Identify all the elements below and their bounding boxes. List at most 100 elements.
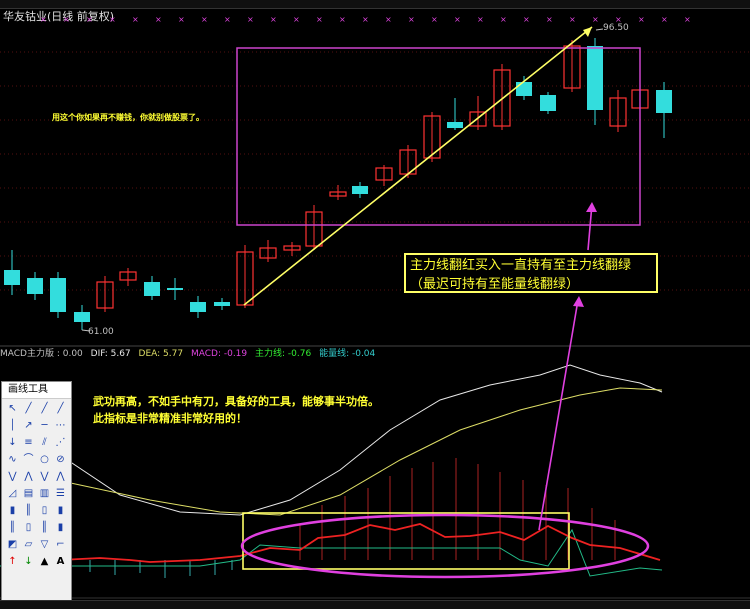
- rect-2-icon[interactable]: ▱: [21, 537, 36, 553]
- candle-body: [74, 312, 90, 322]
- top-marker: ×: [63, 15, 70, 24]
- gann-grid-icon[interactable]: ▥: [37, 486, 52, 502]
- ellipse-up-arrowhead: [573, 296, 584, 307]
- candle-body: [190, 302, 206, 312]
- indicator-macd: MACD: -0.19: [190, 349, 248, 359]
- indicator-name: MACD主力版 : 0.00: [0, 349, 83, 359]
- arrow-up-icon[interactable]: ↑: [5, 554, 20, 570]
- lower-note-line-1: 武功再高，不如手中有刀，具备好的工具，能够事半功倍。: [93, 395, 379, 408]
- drawing-toolbox[interactable]: 画线工具 ↖ ╱ ╱ ╱ │ ↗ ─ ⋯ ↓ ≡ ⫽ ⋰ ∿ ⌒ ○ ⊘ ⋁ ⋀ ⋁ ⋀ ◿ ▤ ▥ ☰ ▮ ║ ▯ ▮ ║ ▯ ║ ▮ ◩ ▱ ▽…: [1, 381, 72, 609]
- top-marker: ×: [178, 15, 185, 24]
- top-marker: ×: [201, 15, 208, 24]
- candle-body: [352, 186, 368, 194]
- gann-box-icon[interactable]: ▤: [21, 486, 36, 502]
- bottom-status-bar: [0, 600, 750, 609]
- top-marker: ×: [86, 15, 93, 24]
- lower-highlight-box: [242, 512, 570, 570]
- top-note: 用这个你如果再不赚钱，你就别做股票了。: [52, 113, 204, 122]
- top-marker: ×: [247, 15, 254, 24]
- triangle-pattern-icon[interactable]: ◿: [5, 486, 20, 502]
- bars-3-icon[interactable]: ▯: [37, 503, 52, 519]
- callout-up-arrowhead: [586, 202, 597, 212]
- candle-body: [656, 90, 672, 113]
- candle-body: [27, 278, 43, 294]
- candle-body: [540, 95, 556, 111]
- channel-icon[interactable]: ⫽: [37, 435, 52, 451]
- frame-icon[interactable]: ⌐: [53, 537, 68, 553]
- crossed-circle-icon[interactable]: ⊘: [53, 452, 68, 468]
- price-high-label: 96.50: [603, 23, 629, 33]
- curve-icon[interactable]: ⌒: [21, 452, 36, 468]
- lower-note: 武功再高，不如手中有刀，具备好的工具，能够事半功倍。 此指标是非常精准非常好用的…: [93, 393, 379, 427]
- line-diagonal-3-icon[interactable]: ╱: [53, 401, 68, 417]
- wave-icon[interactable]: ∿: [5, 452, 20, 468]
- bars-4-icon[interactable]: ▮: [53, 503, 68, 519]
- toolbox-title: 画线工具: [2, 382, 71, 399]
- top-marker: ×: [523, 15, 530, 24]
- text-icon[interactable]: A: [53, 554, 68, 570]
- top-marker: ×: [316, 15, 323, 24]
- segment-arrow-icon[interactable]: ↗: [21, 418, 36, 434]
- zigzag-3-icon[interactable]: ⋁: [37, 469, 52, 485]
- top-marker: ×: [684, 15, 691, 24]
- parallel-lines-icon[interactable]: ≡: [21, 435, 36, 451]
- high-marker-arrow: [595, 28, 604, 31]
- bars-5-icon[interactable]: ║: [5, 520, 20, 536]
- top-marker: ×: [293, 15, 300, 24]
- bars-6-icon[interactable]: ▯: [21, 520, 36, 536]
- marker-icon[interactable]: ▲: [37, 554, 52, 570]
- circle-icon[interactable]: ○: [37, 452, 52, 468]
- bars-1-icon[interactable]: ▮: [5, 503, 20, 519]
- rect-icon[interactable]: ◩: [5, 537, 20, 553]
- candle-body: [587, 46, 603, 110]
- line-diagonal-icon[interactable]: ╱: [21, 401, 36, 417]
- top-marker: ×: [109, 15, 116, 24]
- top-marker: ×: [408, 15, 415, 24]
- top-marker: ×: [224, 15, 231, 24]
- horizontal-line-icon[interactable]: ─: [37, 418, 52, 434]
- bars-2-icon[interactable]: ║: [21, 503, 36, 519]
- bars-8-icon[interactable]: ▮: [53, 520, 68, 536]
- price-low-label: 61.00: [88, 327, 114, 337]
- fib-lines-icon[interactable]: ☰: [53, 486, 68, 502]
- trend-arrowhead: [583, 27, 592, 37]
- candle-body: [167, 288, 183, 290]
- indicator-main-line: 主力线: -0.76: [255, 349, 312, 359]
- arrow-down-icon[interactable]: ↓: [21, 554, 36, 570]
- top-marker: ×: [40, 15, 47, 24]
- callout-box: 主力线翻红买入一直持有至主力线翻绿（最迟可持有至能量线翻绿）: [404, 253, 658, 293]
- lower-highlight-ellipse: [240, 513, 650, 579]
- top-marker: ×: [477, 15, 484, 24]
- ray-down-icon[interactable]: ↓: [5, 435, 20, 451]
- zigzag-icon[interactable]: ⋁: [5, 469, 20, 485]
- top-marker: ×: [155, 15, 162, 24]
- chart-canvas[interactable]: × × × × × × × × × × × × × × × × × × × × × × × × × × × × ×: [0, 0, 750, 609]
- zigzag-4-icon[interactable]: ⋀: [53, 469, 68, 485]
- top-marker: ×: [592, 15, 599, 24]
- candle-body: [516, 82, 532, 96]
- indicator-header: MACD主力版 : 0.00 DIF: 5.67 DEA: 5.77 MACD:…: [0, 348, 750, 360]
- indicator-dea: DEA: 5.77: [138, 349, 184, 359]
- top-marker: ×: [638, 15, 645, 24]
- triangle-down-icon[interactable]: ▽: [37, 537, 52, 553]
- top-marker: ×: [546, 15, 553, 24]
- zigzag-2-icon[interactable]: ⋀: [21, 469, 36, 485]
- toolbox-grid: ↖ ╱ ╱ ╱ │ ↗ ─ ⋯ ↓ ≡ ⫽ ⋰ ∿ ⌒ ○ ⊘ ⋁ ⋀ ⋁ ⋀ ◿ ▤ ▥ ☰ ▮ ║ ▯ ▮ ║ ▯ ║ ▮ ◩ ▱ ▽ ⌐ ↑ ↓ ▲ A: [2, 399, 71, 572]
- top-marker: ×: [339, 15, 346, 24]
- fan-icon[interactable]: ⋰: [53, 435, 68, 451]
- top-marker: ×: [500, 15, 507, 24]
- candle-body: [214, 302, 230, 306]
- segment-dots-icon[interactable]: ⋯: [53, 418, 68, 434]
- top-marker: ×: [362, 15, 369, 24]
- indicator-energy-line: 能量线: -0.04: [319, 349, 376, 359]
- vertical-line-icon[interactable]: │: [5, 418, 20, 434]
- line-diagonal-2-icon[interactable]: ╱: [37, 401, 52, 417]
- candle-body: [4, 270, 20, 285]
- top-marker: ×: [661, 15, 668, 24]
- arrow-up-left-icon[interactable]: ↖: [5, 401, 20, 417]
- main-line: [59, 523, 661, 563]
- bars-7-icon[interactable]: ║: [37, 520, 52, 536]
- top-marker: ×: [454, 15, 461, 24]
- lower-note-line-2: 此指标是非常精准非常好用的！: [93, 412, 247, 425]
- candle-body: [447, 122, 463, 128]
